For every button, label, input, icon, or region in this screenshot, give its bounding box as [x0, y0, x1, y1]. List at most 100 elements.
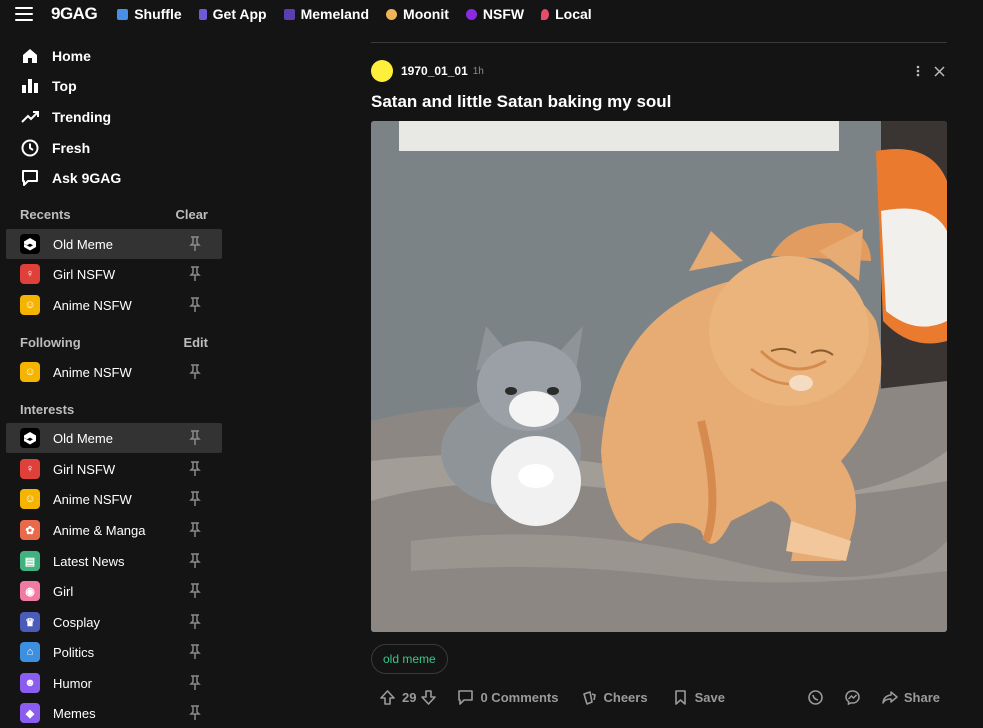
close-icon[interactable] [934, 65, 945, 77]
cheers-button[interactable]: Cheers [581, 689, 648, 706]
nav-memeland[interactable]: Memeland [283, 6, 369, 22]
pin-icon[interactable] [188, 266, 202, 282]
pin-icon[interactable] [188, 236, 202, 252]
chat-icon [22, 170, 38, 186]
more-icon[interactable] [916, 65, 920, 77]
nav-local[interactable]: Local [541, 6, 592, 22]
pin-icon[interactable] [188, 644, 202, 660]
interest-item-old-meme[interactable]: Old Meme [6, 423, 222, 453]
sidebar-item-label: Trending [52, 109, 112, 125]
interest-item-politics[interactable]: ⌂ Politics [6, 637, 222, 667]
phone-icon [198, 8, 207, 20]
sidebar-item-label: Old Meme [53, 430, 113, 446]
anime-nsfw-icon: ☺ [20, 489, 40, 509]
post-time: 1h [472, 65, 484, 77]
interest-item-memes[interactable]: ◆ Memes [6, 698, 222, 728]
pin-icon[interactable] [188, 522, 202, 538]
sidebar-item-label: Anime NSFW [53, 297, 132, 313]
whatsapp-share-button[interactable] [807, 689, 824, 706]
nav-get-app[interactable]: Get App [198, 6, 267, 22]
downvote-button[interactable] [420, 689, 437, 706]
share-button[interactable]: Share [881, 689, 940, 706]
pin-icon[interactable] [188, 364, 202, 380]
trending-icon [21, 111, 39, 123]
sidebar-item-label: Home [52, 48, 91, 64]
pin-icon[interactable] [188, 583, 202, 599]
lips-icon: ◉ [20, 581, 40, 601]
girl-nsfw-icon: ♀ [20, 459, 40, 479]
top-bar: 9GAG Shuffle Get App Memeland Moonit NSF… [0, 0, 983, 28]
post-actions: 29 0 Comments Cheers Save Share [379, 686, 947, 708]
share-label: Share [903, 689, 940, 705]
arrow-up-icon [380, 689, 395, 705]
interest-item-anime-nsfw[interactable]: ☺ Anime NSFW [6, 484, 222, 514]
nav-nsfw[interactable]: NSFW [465, 6, 524, 22]
shuffle-icon [117, 8, 129, 20]
sidebar-item-label: Fresh [52, 140, 91, 156]
pin-icon[interactable] [188, 553, 202, 569]
recent-item-anime-nsfw[interactable]: ☺ Anime NSFW [6, 290, 222, 320]
recent-item-girl-nsfw[interactable]: ♀ Girl NSFW [6, 259, 222, 289]
pin-icon[interactable] [188, 675, 202, 691]
logo[interactable]: 9GAG [51, 4, 98, 24]
cheers-icon [582, 690, 596, 705]
comments-button[interactable]: 0 Comments [457, 689, 559, 706]
post-title[interactable]: Satan and little Satan baking my soul [371, 92, 671, 112]
post-username[interactable]: 1970_01_01 [401, 64, 468, 78]
sidebar-item-label: Anime & Manga [53, 522, 146, 538]
sidebar-item-label: Girl NSFW [53, 461, 116, 477]
sidebar-item-label: Memes [53, 705, 96, 721]
interest-item-latest-news[interactable]: ▤ Latest News [6, 546, 222, 576]
save-button[interactable]: Save [672, 689, 725, 706]
messenger-share-button[interactable] [844, 689, 861, 706]
anime-nsfw-icon: ☺ [20, 362, 40, 382]
interest-item-anime-manga[interactable]: ✿ Anime & Manga [6, 515, 222, 545]
pin-icon[interactable] [188, 705, 202, 721]
sidebar-item-label: Girl NSFW [53, 266, 116, 282]
recent-item-old-meme[interactable]: Old Meme [6, 229, 222, 259]
clear-button[interactable]: Clear [175, 207, 208, 222]
nav-moonit-label: Moonit [403, 6, 449, 22]
pin-icon[interactable] [188, 461, 202, 477]
pin-icon[interactable] [188, 297, 202, 313]
9gag-icon [20, 428, 40, 448]
humor-icon: ☻ [20, 673, 40, 693]
comments-label: 0 Comments [480, 689, 559, 705]
cosplay-icon: ♛ [20, 612, 40, 632]
pin-icon[interactable] [188, 491, 202, 507]
interest-item-girl-nsfw[interactable]: ♀ Girl NSFW [6, 454, 222, 484]
sidebar-item-top[interactable]: Top [20, 76, 77, 96]
sidebar-item-ask[interactable]: Ask 9GAG [20, 168, 121, 188]
save-label: Save [694, 689, 725, 705]
sidebar-item-label: Anime NSFW [53, 364, 132, 380]
nav-local-label: Local [555, 6, 592, 22]
bar-chart-icon [22, 79, 38, 93]
post-header-actions [916, 65, 945, 77]
interest-item-girl[interactable]: ◉ Girl [6, 576, 222, 606]
share-icon [882, 690, 898, 704]
post-media[interactable] [371, 121, 947, 632]
menu-icon[interactable] [15, 7, 33, 21]
sidebar-item-label: Anime NSFW [53, 491, 132, 507]
sidebar-item-label: Cosplay [53, 614, 100, 630]
moonit-icon [386, 8, 398, 20]
sidebar-item-label: Top [52, 78, 77, 94]
sidebar-item-fresh[interactable]: Fresh [20, 138, 90, 158]
edit-button[interactable]: Edit [183, 335, 208, 350]
following-item-anime-nsfw[interactable]: ☺ Anime NSFW [6, 357, 222, 387]
nav-moonit[interactable]: Moonit [386, 6, 449, 22]
sidebar: Home Top Trending Fresh Ask 9GAG Recents… [0, 36, 230, 727]
cats-image [371, 121, 947, 632]
interest-item-cosplay[interactable]: ♛ Cosplay [6, 607, 222, 637]
interest-item-humor[interactable]: ☻ Humor [6, 668, 222, 698]
nav-shuffle[interactable]: Shuffle [117, 6, 182, 22]
sidebar-item-label: Girl [53, 583, 74, 599]
pin-icon[interactable] [188, 614, 202, 630]
post-tag[interactable]: old meme [371, 644, 448, 674]
upvote-button[interactable]: 29 [379, 689, 416, 706]
sidebar-item-trending[interactable]: Trending [20, 107, 111, 127]
avatar[interactable] [371, 60, 393, 82]
pin-icon[interactable] [188, 430, 202, 446]
sidebar-item-home[interactable]: Home [20, 46, 91, 66]
interests-header: Interests [20, 402, 208, 417]
